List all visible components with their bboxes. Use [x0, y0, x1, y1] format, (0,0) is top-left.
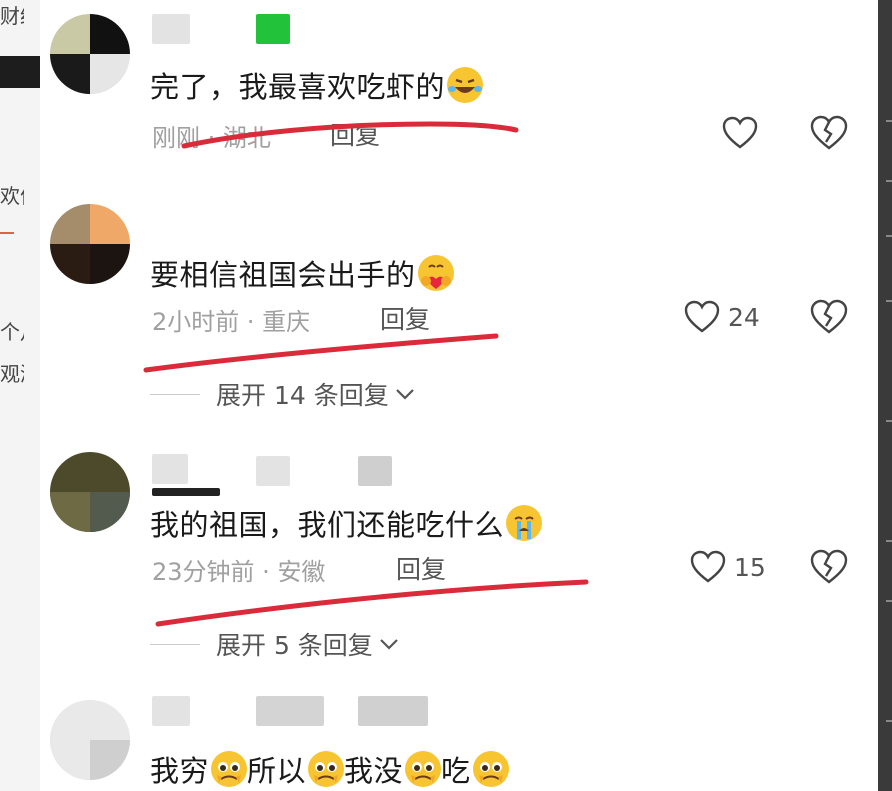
- comment-meta: 刚刚 · 湖北: [152, 124, 271, 152]
- chevron-down-icon: [395, 389, 414, 400]
- edge-tick: [886, 180, 892, 182]
- comment-text: 我穷 所以 我没 吃: [150, 748, 509, 790]
- edge-tick: [886, 420, 892, 422]
- user-badge: [256, 456, 290, 486]
- like-button[interactable]: 15: [690, 550, 766, 584]
- user-badge: [358, 696, 428, 726]
- like-count: 15: [734, 552, 766, 582]
- comment-location: 湖北: [222, 124, 271, 152]
- chevron-down-icon: [380, 639, 398, 650]
- background-fragment: 观测: [0, 362, 24, 386]
- right-edge-strip: [878, 0, 892, 791]
- comment-location: 重庆: [262, 308, 311, 336]
- edge-tick: [886, 235, 892, 237]
- username-blurred[interactable]: [152, 696, 190, 726]
- comment-time: 2小时前: [152, 308, 240, 336]
- heart-icon: [684, 300, 720, 333]
- reply-button[interactable]: 回复: [330, 116, 380, 152]
- comment-time: 刚刚: [152, 124, 200, 152]
- user-badge: [256, 696, 324, 726]
- expand-replies-button[interactable]: 展开 5 条回复: [150, 626, 399, 662]
- username-blurred[interactable]: [152, 14, 190, 44]
- heart-icon: [690, 550, 726, 583]
- comment-text-content: 完了，我最喜欢吃虾的: [150, 70, 446, 104]
- comment-text-content: 要相信祖国会出手的: [150, 258, 416, 292]
- background-dark-band: [0, 56, 40, 88]
- comment-text-part: 所以: [247, 754, 307, 788]
- user-badge: [358, 456, 392, 486]
- background-article-strip: 财经 欢俳 个月 观测: [0, 0, 40, 791]
- edge-tick: [886, 540, 892, 542]
- edge-tick: [886, 720, 892, 722]
- avatar[interactable]: [50, 700, 130, 780]
- comment-meta: 2小时前 · 重庆: [152, 308, 311, 336]
- pleading-emoji-icon: [308, 751, 345, 787]
- comment-sheet: 完了，我最喜欢吃虾的 刚刚 · 湖北 回复 要相信祖国会出手的 2小时前 · 重…: [40, 0, 878, 791]
- hug-emoji-icon: [417, 255, 454, 291]
- expand-label: 展开 14 条回复: [216, 381, 389, 410]
- comment-text: 我的祖国，我们还能吃什么: [150, 502, 543, 544]
- broken-heart-icon[interactable]: [810, 549, 848, 585]
- edge-tick: [886, 300, 892, 302]
- like-button[interactable]: 24: [684, 300, 760, 334]
- user-badge: [256, 14, 290, 44]
- crying-emoji-icon: [506, 505, 543, 541]
- pleading-emoji-icon: [211, 751, 248, 787]
- edge-tick: [886, 600, 892, 602]
- avatar[interactable]: [50, 14, 130, 94]
- edge-tick: [886, 120, 892, 122]
- pleading-emoji-icon: [405, 751, 442, 787]
- username-blurred[interactable]: [152, 454, 188, 484]
- expand-replies-button[interactable]: 展开 14 条回复: [150, 376, 415, 412]
- expand-label: 展开 5 条回复: [216, 631, 373, 660]
- comment-text-part: 吃: [441, 754, 471, 788]
- rofl-emoji-icon: [447, 67, 484, 103]
- reply-button[interactable]: 回复: [396, 550, 446, 586]
- divider-line: [150, 643, 200, 645]
- like-button[interactable]: [722, 116, 766, 150]
- comment-text: 完了，我最喜欢吃虾的: [150, 64, 484, 106]
- comment-text-content: 我的祖国，我们还能吃什么: [150, 508, 505, 542]
- comment-text-part: 我没: [344, 754, 404, 788]
- comment-time: 23分钟前: [152, 558, 255, 586]
- avatar[interactable]: [50, 204, 130, 284]
- background-orange-line: [0, 232, 14, 234]
- background-fragment: 欢俳: [0, 184, 24, 208]
- comment-text: 要相信祖国会出手的: [150, 252, 454, 294]
- divider-line: [150, 393, 200, 395]
- heart-icon: [722, 116, 758, 149]
- avatar[interactable]: [50, 452, 130, 532]
- pleading-emoji-icon: [472, 751, 509, 787]
- comment-location: 安徽: [277, 558, 326, 586]
- comment-text-part: 我穷: [150, 754, 210, 788]
- broken-heart-icon[interactable]: [810, 115, 848, 151]
- comment-meta: 23分钟前 · 安徽: [152, 558, 326, 586]
- like-count: 24: [728, 302, 760, 332]
- username-blurred: [152, 488, 220, 496]
- background-fragment: 财经: [0, 4, 24, 28]
- reply-button[interactable]: 回复: [380, 300, 430, 336]
- background-fragment: 个月: [0, 320, 24, 344]
- broken-heart-icon[interactable]: [810, 299, 848, 335]
